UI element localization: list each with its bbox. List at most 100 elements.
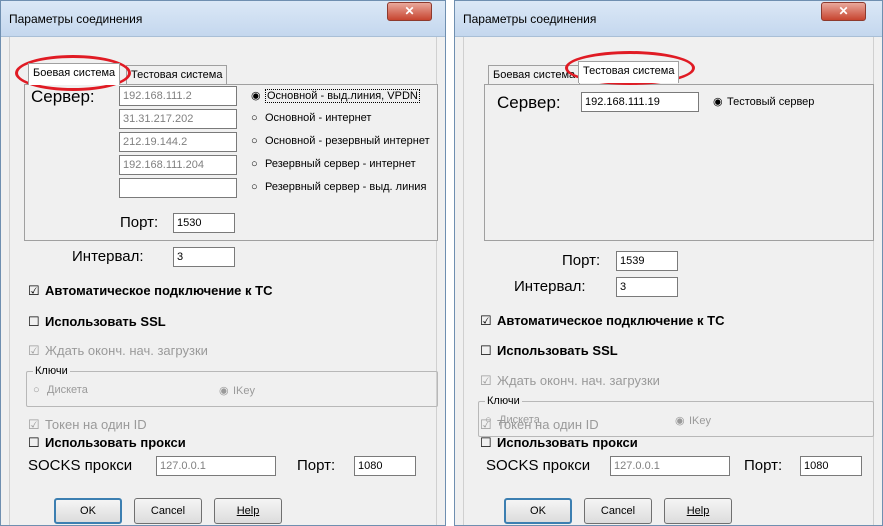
checkbox-checked-icon: ☑ <box>480 313 492 328</box>
wait-load-checkbox: ☑ Ждать оконч. нач. загрузки <box>28 343 208 359</box>
checkbox-icon: ☐ <box>480 343 492 358</box>
checkbox-label: Автоматическое подключение к ТС <box>45 283 273 298</box>
checkbox-checked-icon: ☑ <box>480 417 492 432</box>
radio-selected-icon: ◉ <box>713 96 723 108</box>
auto-connect-checkbox[interactable]: ☑ Автоматическое подключение к ТС <box>28 283 272 299</box>
server-ip-field-3[interactable]: 212.19.144.2 <box>119 132 237 152</box>
key-ikey-radio: ◉ IKey <box>675 414 711 427</box>
radio-icon: ○ <box>251 158 258 170</box>
proxy-port-label: Порт: <box>297 457 336 474</box>
help-button[interactable]: Help <box>214 498 282 524</box>
server-option-label: Основной - выд.линия, VPDN <box>265 89 420 103</box>
checkbox-checked-icon: ☑ <box>28 417 40 432</box>
token-checkbox: ☑ Токен на один ID <box>480 417 599 433</box>
use-ssl-checkbox[interactable]: ☐ Использовать SSL <box>480 343 618 359</box>
use-ssl-checkbox[interactable]: ☐ Использовать SSL <box>28 314 166 330</box>
server-option-main-backup-internet[interactable]: ○ Основной - резервный интернет <box>251 135 430 147</box>
auto-connect-checkbox[interactable]: ☑ Автоматическое подключение к ТС <box>480 313 724 329</box>
tab-test-system[interactable]: Тестовая система <box>126 65 228 85</box>
title-bar: Параметры соединения ✕ <box>1 1 445 37</box>
keys-group-label: Ключи <box>33 365 70 377</box>
radio-icon: ○ <box>251 135 258 147</box>
proxy-port-field[interactable]: 1080 <box>800 456 862 476</box>
dialog-body: Боевая система Тестовая система Сервер: … <box>9 37 438 525</box>
interval-field[interactable]: 3 <box>616 277 678 297</box>
server-option-label: Резервный сервер - интернет <box>265 158 416 170</box>
radio-icon: ○ <box>33 384 40 396</box>
connection-params-dialog-right: Параметры соединения ✕ Боевая система Те… <box>454 0 883 526</box>
checkbox-label: Использовать прокси <box>45 435 186 450</box>
tab-combat-system[interactable]: Боевая система <box>488 65 581 85</box>
checkbox-icon: ☐ <box>28 314 40 329</box>
use-proxy-checkbox[interactable]: ☐ Использовать прокси <box>480 435 638 451</box>
interval-label: Интервал: <box>514 278 586 295</box>
server-ip-field-5[interactable] <box>119 178 237 198</box>
checkbox-label: Ждать оконч. нач. загрузки <box>45 343 208 358</box>
help-button[interactable]: Help <box>664 498 732 524</box>
server-ip-field[interactable]: 192.168.111.19 <box>581 92 699 112</box>
key-diskette-radio: ○ Дискета <box>33 384 88 396</box>
port-label: Порт: <box>562 252 601 269</box>
port-label: Порт: <box>120 214 159 231</box>
interval-field[interactable]: 3 <box>173 247 235 267</box>
token-checkbox: ☑ Токен на один ID <box>28 417 147 433</box>
tab-test-system[interactable]: Тестовая система <box>578 61 680 83</box>
checkbox-checked-icon: ☑ <box>480 373 492 388</box>
server-ip-field-4[interactable]: 192.168.111.204 <box>119 155 237 175</box>
server-label: Сервер: <box>497 93 561 112</box>
radio-icon: ○ <box>251 181 258 193</box>
server-option-backup-internet[interactable]: ○ Резервный сервер - интернет <box>251 158 416 170</box>
cancel-button[interactable]: Cancel <box>134 498 202 524</box>
tab-combat-system[interactable]: Боевая система <box>28 63 121 85</box>
ok-button[interactable]: OK <box>504 498 572 524</box>
checkbox-label: Использовать SSL <box>497 343 618 358</box>
server-ip-field-2[interactable]: 31.31.217.202 <box>119 109 237 129</box>
checkbox-label: Использовать SSL <box>45 314 166 329</box>
radio-icon: ○ <box>251 112 258 124</box>
socks-proxy-field[interactable]: 127.0.0.1 <box>156 456 276 476</box>
server-ip-field-1[interactable]: 192.168.111.2 <box>119 86 237 106</box>
server-label: Сервер: <box>31 87 95 106</box>
dialog-title: Параметры соединения <box>9 12 143 26</box>
checkbox-label: Токен на один ID <box>45 417 147 432</box>
key-ikey-radio: ◉ IKey <box>219 384 255 397</box>
proxy-port-label: Порт: <box>744 457 783 474</box>
radio-label: IKey <box>689 415 712 427</box>
server-option-main-internet[interactable]: ○ Основной - интернет <box>251 112 371 124</box>
close-button[interactable]: ✕ <box>821 2 866 21</box>
checkbox-checked-icon: ☑ <box>28 343 40 358</box>
checkbox-label: Автоматическое подключение к ТС <box>497 313 725 328</box>
wait-load-checkbox: ☑ Ждать оконч. нач. загрузки <box>480 373 660 389</box>
port-field[interactable]: 1539 <box>616 251 678 271</box>
server-option-label: Основной - резервный интернет <box>265 135 430 147</box>
tab-panel: Сервер: 192.168.111.19 ◉ Тестовый сервер <box>484 84 874 241</box>
dialog-title: Параметры соединения <box>463 12 597 26</box>
radio-label: Дискета <box>47 384 88 396</box>
checkbox-label: Использовать прокси <box>497 435 638 450</box>
server-option-test[interactable]: ◉ Тестовый сервер <box>713 95 814 108</box>
server-option-label: Основной - интернет <box>265 112 372 124</box>
title-bar: Параметры соединения ✕ <box>455 1 882 37</box>
socks-proxy-label: SOCKS прокси <box>486 457 591 474</box>
ok-button[interactable]: OK <box>54 498 122 524</box>
radio-selected-icon: ◉ <box>675 415 685 427</box>
cancel-button[interactable]: Cancel <box>584 498 652 524</box>
socks-proxy-label: SOCKS прокси <box>28 457 133 474</box>
server-option-main-vpdn[interactable]: ◉ Основной - выд.линия, VPDN <box>251 89 420 103</box>
server-option-backup-line[interactable]: ○ Резервный сервер - выд. линия <box>251 181 426 193</box>
proxy-port-field[interactable]: 1080 <box>354 456 416 476</box>
checkbox-icon: ☐ <box>28 435 40 450</box>
radio-label: IKey <box>233 385 256 397</box>
server-option-label: Тестовый сервер <box>727 96 815 108</box>
keys-group: Ключи ○ Дискета ◉ IKey <box>26 365 438 407</box>
checkbox-label: Токен на один ID <box>497 417 599 432</box>
port-field[interactable]: 1530 <box>173 213 235 233</box>
radio-selected-icon: ◉ <box>251 90 261 102</box>
connection-params-dialog-left: Параметры соединения ✕ Боевая система Те… <box>0 0 446 526</box>
socks-proxy-field[interactable]: 127.0.0.1 <box>610 456 730 476</box>
dialog-body: Боевая система Тестовая система Сервер: … <box>463 37 874 525</box>
use-proxy-checkbox[interactable]: ☐ Использовать прокси <box>28 435 186 451</box>
close-button[interactable]: ✕ <box>387 2 432 21</box>
checkbox-icon: ☐ <box>480 435 492 450</box>
checkbox-label: Ждать оконч. нач. загрузки <box>497 373 660 388</box>
